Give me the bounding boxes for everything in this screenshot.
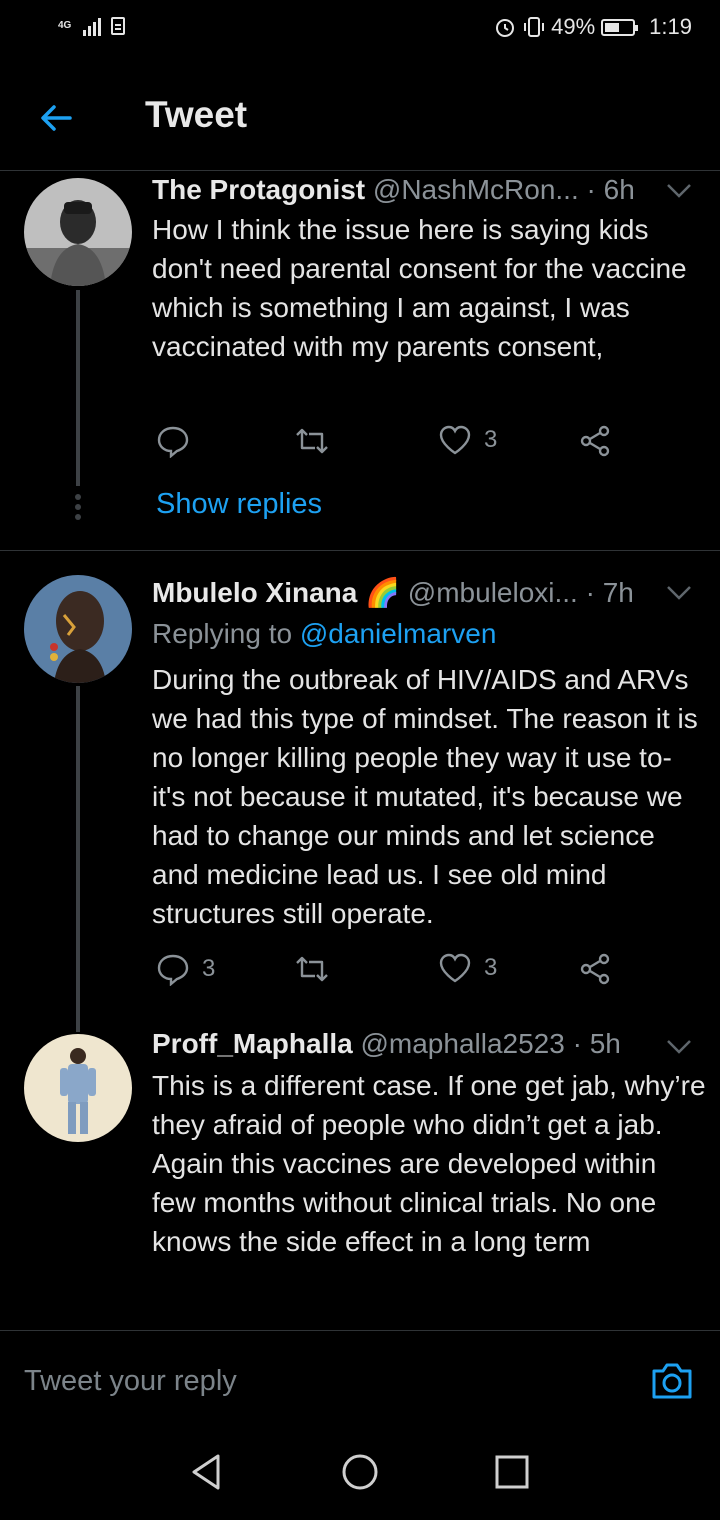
status-bar: 4G 49% 1:19 [0, 0, 720, 60]
clock: 1:19 [649, 14, 692, 39]
tweet-text: How I think the issue here is saying kid… [152, 214, 687, 362]
tweet-time: · 7h [585, 577, 634, 608]
tweet-text: This is a different case. If one get jab… [152, 1070, 706, 1257]
chevron-down-icon[interactable] [666, 182, 692, 200]
signal-icon [83, 16, 102, 36]
reply-count: 3 [202, 955, 216, 982]
more-thread-dots [74, 494, 82, 524]
show-replies-link[interactable]: Show replies [156, 488, 322, 521]
tweet-actions: 3 3 [152, 952, 632, 992]
comment-icon [157, 954, 189, 986]
like-count: 3 [484, 426, 498, 453]
avatar[interactable] [24, 575, 132, 683]
tweet-proff-maphalla[interactable]: Proff_Maphalla @maphalla2523 · 5h This i… [0, 1026, 720, 1330]
heart-icon [439, 425, 471, 455]
camera-icon[interactable] [650, 1361, 694, 1401]
tweet-time: · 5h [572, 1028, 621, 1059]
like-count: 3 [484, 954, 498, 981]
thread-line [76, 290, 80, 486]
back-arrow-icon[interactable] [36, 98, 76, 138]
page-title: Tweet [145, 94, 248, 135]
app-header: Tweet [0, 60, 720, 171]
nav-back-icon[interactable] [188, 1452, 224, 1492]
reply-button[interactable] [156, 424, 202, 458]
tweet-text: During the outbreak of HIV/AIDS and ARVs… [152, 664, 698, 929]
heart-icon [439, 953, 471, 983]
nav-home-icon[interactable] [340, 1452, 380, 1492]
user-handle[interactable]: @mbuleloxi... [408, 577, 578, 608]
tweet-header: The Protagonist @NashMcRon... · 6h [152, 174, 635, 206]
share-button[interactable] [578, 424, 612, 458]
notification-icon [111, 17, 126, 35]
thread-line [76, 686, 80, 1032]
tweet-time: · 6h [586, 174, 635, 205]
tweet-header: Mbulelo Xinana 🌈 @mbuleloxi... · 7h [152, 576, 634, 609]
retweet-icon [296, 428, 328, 454]
chevron-down-icon[interactable] [666, 584, 692, 602]
reply-button[interactable]: 3 [156, 952, 215, 986]
share-icon [580, 953, 610, 985]
like-button[interactable]: 3 [438, 952, 497, 984]
user-handle[interactable]: @maphalla2523 [360, 1028, 564, 1059]
like-button[interactable]: 3 [438, 424, 497, 456]
replying-to-handle[interactable]: @danielmarven [300, 618, 497, 649]
retweet-button[interactable] [294, 424, 342, 458]
nav-recents-icon[interactable] [494, 1452, 530, 1492]
system-nav-bar [0, 1422, 720, 1520]
network-type: 4G [58, 20, 72, 31]
alarm-icon [496, 19, 515, 37]
display-name[interactable]: Mbulelo Xinana [152, 577, 357, 608]
display-name[interactable]: The Protagonist [152, 174, 365, 205]
replying-to: Replying to @danielmarven [152, 618, 497, 649]
display-name[interactable]: Proff_Maphalla [152, 1028, 353, 1059]
tweet-protagonist[interactable]: The Protagonist @NashMcRon... · 6h How I… [0, 172, 720, 550]
vibrate-icon [524, 17, 545, 37]
tweet-actions: 3 [152, 424, 632, 464]
share-icon [580, 425, 610, 457]
chevron-down-icon[interactable] [666, 1038, 692, 1056]
divider [0, 550, 720, 551]
share-button[interactable] [578, 952, 612, 986]
tweet-header: Proff_Maphalla @maphalla2523 · 5h [152, 1028, 621, 1060]
retweet-button[interactable] [294, 952, 342, 986]
battery-icon [601, 18, 639, 36]
reply-input[interactable]: Tweet your reply [24, 1365, 237, 1398]
avatar[interactable] [24, 1034, 132, 1142]
reply-composer: Tweet your reply [0, 1330, 720, 1424]
battery-percent: 49% [551, 14, 596, 39]
tweet-mbulelo[interactable]: Mbulelo Xinana 🌈 @mbuleloxi... · 7h Repl… [0, 572, 720, 1032]
rainbow-emoji: 🌈 [365, 577, 401, 608]
comment-icon [157, 426, 189, 458]
user-handle[interactable]: @NashMcRon... [373, 174, 579, 205]
avatar[interactable] [24, 178, 132, 286]
retweet-icon [296, 956, 328, 982]
